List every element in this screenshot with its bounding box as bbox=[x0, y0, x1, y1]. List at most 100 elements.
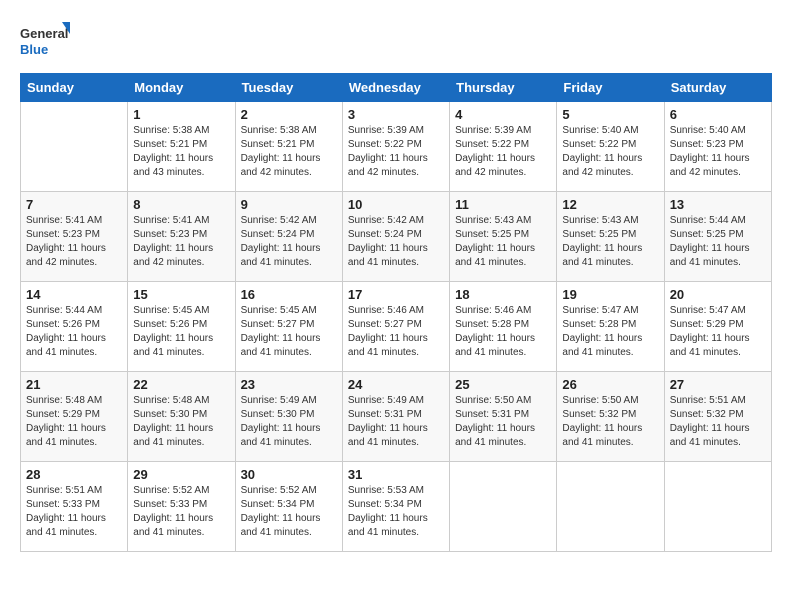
day-cell: 5Sunrise: 5:40 AMSunset: 5:22 PMDaylight… bbox=[557, 102, 664, 192]
day-cell: 12 Sunrise: 5:43 AMSunset: 5:25 PMDayligh… bbox=[557, 192, 664, 282]
day-cell: 31Sunrise: 5:53 AMSunset: 5:34 PMDayligh… bbox=[342, 462, 449, 552]
week-row-1: 1Sunrise: 5:38 AMSunset: 5:21 PMDaylight… bbox=[21, 102, 772, 192]
page-header: General Blue bbox=[20, 20, 772, 65]
day-info: Sunrise: 5:39 AMSunset: 5:22 PMDaylight:… bbox=[348, 124, 444, 180]
day-info: Sunrise: 5:43 AMSunset: 5:25 PMDaylight:… bbox=[455, 214, 551, 270]
day-cell: 28 Sunrise: 5:51 AMSunset: 5:33 PMDayligh… bbox=[21, 462, 128, 552]
day-number: 22 bbox=[133, 377, 229, 392]
weekday-header-row: SundayMondayTuesdayWednesdayThursdayFrid… bbox=[21, 74, 772, 102]
day-info: Sunrise: 5:41 AMSunset: 5:23 PMDaylight:… bbox=[26, 214, 122, 270]
day-number: 29 bbox=[133, 467, 229, 482]
day-number: 16 bbox=[241, 287, 337, 302]
weekday-header-tuesday: Tuesday bbox=[235, 74, 342, 102]
weekday-header-sunday: Sunday bbox=[21, 74, 128, 102]
day-cell: 25Sunrise: 5:50 AMSunset: 5:31 PMDayligh… bbox=[450, 372, 557, 462]
day-info: Sunrise: 5:41 AMSunset: 5:23 PMDaylight:… bbox=[133, 214, 229, 270]
day-info: Sunrise: 5:45 AMSunset: 5:27 PMDaylight:… bbox=[241, 304, 337, 360]
day-number: 28 bbox=[26, 467, 122, 482]
day-number: 10 bbox=[348, 197, 444, 212]
day-cell: 30Sunrise: 5:52 AMSunset: 5:34 PMDayligh… bbox=[235, 462, 342, 552]
day-cell: 14 Sunrise: 5:44 AMSunset: 5:26 PMDayligh… bbox=[21, 282, 128, 372]
calendar-table: SundayMondayTuesdayWednesdayThursdayFrid… bbox=[20, 73, 772, 552]
day-info: Sunrise: 5:50 AMSunset: 5:32 PMDaylight:… bbox=[562, 394, 658, 450]
day-number: 3 bbox=[348, 107, 444, 122]
day-cell: 29 Sunrise: 5:52 AMSunset: 5:33 PMDayligh… bbox=[128, 462, 235, 552]
day-cell: 8 Sunrise: 5:41 AMSunset: 5:23 PMDaylight… bbox=[128, 192, 235, 282]
day-number: 25 bbox=[455, 377, 551, 392]
day-number: 17 bbox=[348, 287, 444, 302]
day-number: 20 bbox=[670, 287, 766, 302]
day-info: Sunrise: 5:47 AMSunset: 5:29 PMDaylight:… bbox=[670, 304, 766, 360]
week-row-4: 21 Sunrise: 5:48 AMSunset: 5:29 PMDayligh… bbox=[21, 372, 772, 462]
day-info: Sunrise: 5:42 AMSunset: 5:24 PMDaylight:… bbox=[348, 214, 444, 270]
day-cell: 27 Sunrise: 5:51 AMSunset: 5:32 PMDayligh… bbox=[664, 372, 771, 462]
day-cell bbox=[557, 462, 664, 552]
svg-text:Blue: Blue bbox=[20, 42, 48, 57]
day-cell: 2Sunrise: 5:38 AMSunset: 5:21 PMDaylight… bbox=[235, 102, 342, 192]
day-info: Sunrise: 5:44 AMSunset: 5:26 PMDaylight:… bbox=[26, 304, 122, 360]
day-info: Sunrise: 5:46 AMSunset: 5:27 PMDaylight:… bbox=[348, 304, 444, 360]
day-number: 27 bbox=[670, 377, 766, 392]
day-cell bbox=[664, 462, 771, 552]
day-number: 21 bbox=[26, 377, 122, 392]
day-cell: 17 Sunrise: 5:46 AMSunset: 5:27 PMDayligh… bbox=[342, 282, 449, 372]
day-cell: 16 Sunrise: 5:45 AMSunset: 5:27 PMDayligh… bbox=[235, 282, 342, 372]
weekday-header-monday: Monday bbox=[128, 74, 235, 102]
day-info: Sunrise: 5:39 AMSunset: 5:22 PMDaylight:… bbox=[455, 124, 551, 180]
day-cell: 3 Sunrise: 5:39 AMSunset: 5:22 PMDaylight… bbox=[342, 102, 449, 192]
day-number: 7 bbox=[26, 197, 122, 212]
day-number: 24 bbox=[348, 377, 444, 392]
week-row-2: 7 Sunrise: 5:41 AMSunset: 5:23 PMDaylight… bbox=[21, 192, 772, 282]
day-cell bbox=[450, 462, 557, 552]
day-number: 13 bbox=[670, 197, 766, 212]
day-cell: 15 Sunrise: 5:45 AMSunset: 5:26 PMDayligh… bbox=[128, 282, 235, 372]
day-number: 23 bbox=[241, 377, 337, 392]
day-cell: 21 Sunrise: 5:48 AMSunset: 5:29 PMDayligh… bbox=[21, 372, 128, 462]
day-cell: 7 Sunrise: 5:41 AMSunset: 5:23 PMDaylight… bbox=[21, 192, 128, 282]
day-number: 6 bbox=[670, 107, 766, 122]
weekday-header-saturday: Saturday bbox=[664, 74, 771, 102]
day-cell bbox=[21, 102, 128, 192]
weekday-header-wednesday: Wednesday bbox=[342, 74, 449, 102]
day-cell: 26 Sunrise: 5:50 AMSunset: 5:32 PMDayligh… bbox=[557, 372, 664, 462]
day-cell: 11Sunrise: 5:43 AMSunset: 5:25 PMDayligh… bbox=[450, 192, 557, 282]
day-cell: 22Sunrise: 5:48 AMSunset: 5:30 PMDayligh… bbox=[128, 372, 235, 462]
day-number: 31 bbox=[348, 467, 444, 482]
day-cell: 10 Sunrise: 5:42 AMSunset: 5:24 PMDayligh… bbox=[342, 192, 449, 282]
day-info: Sunrise: 5:38 AMSunset: 5:21 PMDaylight:… bbox=[241, 124, 337, 180]
day-info: Sunrise: 5:51 AMSunset: 5:32 PMDaylight:… bbox=[670, 394, 766, 450]
day-info: Sunrise: 5:40 AMSunset: 5:23 PMDaylight:… bbox=[670, 124, 766, 180]
day-info: Sunrise: 5:51 AMSunset: 5:33 PMDaylight:… bbox=[26, 484, 122, 540]
day-number: 14 bbox=[26, 287, 122, 302]
day-number: 26 bbox=[562, 377, 658, 392]
day-info: Sunrise: 5:43 AMSunset: 5:25 PMDaylight:… bbox=[562, 214, 658, 270]
day-cell: 19Sunrise: 5:47 AMSunset: 5:28 PMDayligh… bbox=[557, 282, 664, 372]
day-number: 18 bbox=[455, 287, 551, 302]
weekday-header-thursday: Thursday bbox=[450, 74, 557, 102]
day-info: Sunrise: 5:48 AMSunset: 5:29 PMDaylight:… bbox=[26, 394, 122, 450]
day-info: Sunrise: 5:45 AMSunset: 5:26 PMDaylight:… bbox=[133, 304, 229, 360]
day-number: 12 bbox=[562, 197, 658, 212]
weekday-header-friday: Friday bbox=[557, 74, 664, 102]
day-info: Sunrise: 5:52 AMSunset: 5:33 PMDaylight:… bbox=[133, 484, 229, 540]
day-cell: 4 Sunrise: 5:39 AMSunset: 5:22 PMDaylight… bbox=[450, 102, 557, 192]
day-info: Sunrise: 5:49 AMSunset: 5:30 PMDaylight:… bbox=[241, 394, 337, 450]
day-info: Sunrise: 5:46 AMSunset: 5:28 PMDaylight:… bbox=[455, 304, 551, 360]
day-cell: 18 Sunrise: 5:46 AMSunset: 5:28 PMDayligh… bbox=[450, 282, 557, 372]
day-cell: 24 Sunrise: 5:49 AMSunset: 5:31 PMDayligh… bbox=[342, 372, 449, 462]
week-row-3: 14 Sunrise: 5:44 AMSunset: 5:26 PMDayligh… bbox=[21, 282, 772, 372]
day-number: 8 bbox=[133, 197, 229, 212]
day-info: Sunrise: 5:38 AMSunset: 5:21 PMDaylight:… bbox=[133, 124, 229, 180]
day-cell: 1Sunrise: 5:38 AMSunset: 5:21 PMDaylight… bbox=[128, 102, 235, 192]
day-info: Sunrise: 5:49 AMSunset: 5:31 PMDaylight:… bbox=[348, 394, 444, 450]
day-info: Sunrise: 5:52 AMSunset: 5:34 PMDaylight:… bbox=[241, 484, 337, 540]
day-number: 15 bbox=[133, 287, 229, 302]
logo-svg: General Blue bbox=[20, 20, 70, 65]
day-cell: 9Sunrise: 5:42 AMSunset: 5:24 PMDaylight… bbox=[235, 192, 342, 282]
week-row-5: 28 Sunrise: 5:51 AMSunset: 5:33 PMDayligh… bbox=[21, 462, 772, 552]
day-info: Sunrise: 5:40 AMSunset: 5:22 PMDaylight:… bbox=[562, 124, 658, 180]
day-number: 4 bbox=[455, 107, 551, 122]
day-cell: 13Sunrise: 5:44 AMSunset: 5:25 PMDayligh… bbox=[664, 192, 771, 282]
logo: General Blue bbox=[20, 20, 70, 65]
day-number: 19 bbox=[562, 287, 658, 302]
